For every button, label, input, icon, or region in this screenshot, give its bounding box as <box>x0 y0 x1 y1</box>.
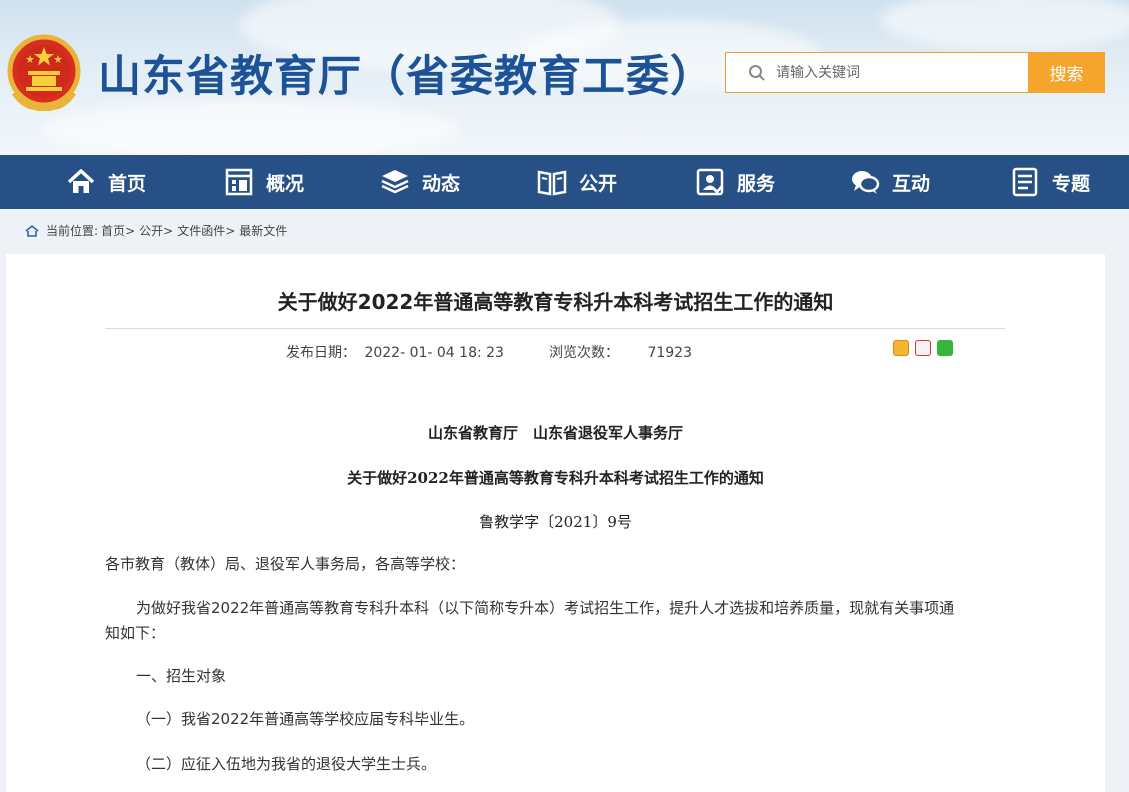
service-icon <box>696 168 724 196</box>
national-emblem-icon[interactable] <box>6 33 82 113</box>
nav-label: 动态 <box>422 172 461 195</box>
nav-label: 公开 <box>579 172 618 195</box>
nav-item-home[interactable]: 首页 <box>66 155 146 209</box>
search-icon <box>749 64 765 81</box>
doc-list-item: （二）应征入伍地为我省的退役大学生士兵。 <box>136 755 437 773</box>
doc-number: 鲁教学字〔2021〕9号 <box>479 513 632 531</box>
nav-label: 互动 <box>892 172 931 195</box>
nav-item-news[interactable]: 动态 <box>380 155 460 209</box>
site-title[interactable]: 山东省教育厅（省委教育工委） <box>98 42 714 104</box>
search-input[interactable] <box>776 64 1006 81</box>
title-divider <box>105 328 1005 329</box>
header-cloud <box>880 0 1129 50</box>
wechat-share-icon[interactable] <box>937 340 953 356</box>
breadcrumb-prefix: 当前位置: <box>46 224 99 238</box>
doc-intro-line1: 为做好我省2022年普通高等教育专科升本科（以下简称专升本）考试招生工作，提升人… <box>136 599 955 617</box>
view-count: 浏览次数： 71923 <box>549 342 692 362</box>
publish-date: 发布日期： 2022- 01- 04 18: 23 <box>286 342 504 362</box>
header-cloud <box>40 100 460 155</box>
building-icon <box>225 168 253 196</box>
doc-list-item: （一）我省2022年普通高等学校应届专科毕业生。 <box>136 710 475 728</box>
doc-issuers: 山东省教育厅 山东省退役军人事务厅 <box>427 424 683 442</box>
nav-item-overview[interactable]: 概况 <box>224 155 304 209</box>
qzone-share-icon[interactable] <box>893 340 909 356</box>
doc-recipients: 各市教育（教体）局、退役军人事务局，各高等学校： <box>105 555 466 573</box>
views-count-value: 71923 <box>647 345 692 361</box>
breadcrumb: 当前位置: 首页 > 公开 > 文件函件 > 最新文件 <box>25 222 287 239</box>
breadcrumb-separator: > <box>125 223 136 238</box>
breadcrumb-separator: > <box>163 223 174 238</box>
publish-date-value: 2022- 01- 04 18: 23 <box>364 345 504 361</box>
nav-label: 服务 <box>737 172 776 195</box>
main-nav: 首页 概况 动态 公开 服务 互动 专题 <box>0 155 1129 209</box>
article-title: 关于做好2022年普通高等教育专科升本科考试招生工作的通知 <box>277 290 834 314</box>
chat-icon <box>852 171 880 194</box>
breadcrumb-separator: > <box>225 223 236 238</box>
layers-icon <box>381 170 409 194</box>
doc-title: 关于做好2022年普通高等教育专科升本科考试招生工作的通知 <box>347 469 764 487</box>
publish-label: 发布日期： <box>286 345 356 361</box>
document-icon <box>1012 167 1038 197</box>
doc-section-heading: 一、招生对象 <box>136 667 227 685</box>
book-icon <box>537 170 567 196</box>
home-icon <box>67 169 95 193</box>
breadcrumb-link-public[interactable]: 公开 <box>139 222 163 239</box>
breadcrumb-link-files[interactable]: 文件函件 <box>177 222 225 239</box>
nav-item-topics[interactable]: 专题 <box>1010 155 1090 209</box>
nav-label: 专题 <box>1052 172 1091 195</box>
views-label: 浏览次数： <box>549 345 619 361</box>
search-box <box>725 52 1029 93</box>
nav-label: 概况 <box>266 172 305 195</box>
breadcrumb-link-home[interactable]: 首页 <box>101 222 125 239</box>
breadcrumb-link-latest[interactable]: 最新文件 <box>239 222 287 239</box>
breadcrumb-home-icon <box>25 224 39 237</box>
nav-item-service[interactable]: 服务 <box>695 155 775 209</box>
nav-item-public[interactable]: 公开 <box>537 155 617 209</box>
nav-label: 首页 <box>108 172 147 195</box>
article-panel: 关于做好2022年普通高等教育专科升本科考试招生工作的通知 发布日期： 2022… <box>6 254 1105 792</box>
share-buttons <box>893 340 953 356</box>
search-button[interactable]: 搜索 <box>1028 52 1105 93</box>
nav-item-interact[interactable]: 互动 <box>850 155 930 209</box>
weibo-share-icon[interactable] <box>915 340 931 356</box>
site-header: 山东省教育厅（省委教育工委） 搜索 <box>0 0 1129 155</box>
doc-intro-line2: 知如下： <box>105 624 166 642</box>
